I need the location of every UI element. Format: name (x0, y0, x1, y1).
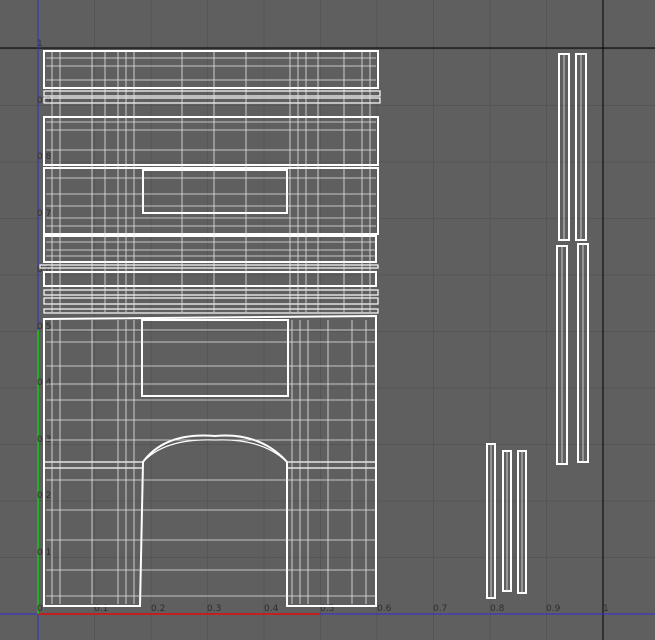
x-tick-4: 0.4 (264, 604, 279, 614)
x-tick-0: 0 (37, 604, 43, 614)
x-tick-8: 0.8 (490, 604, 505, 614)
x-tick-10: 1 (603, 604, 609, 614)
uv-viewport[interactable]: 0 0.1 0.2 0.3 0.4 0.5 0.6 0.7 0.8 0.9 1 … (0, 0, 655, 640)
axis-tick-labels: 0 0.1 0.2 0.3 0.4 0.5 0.6 0.7 0.8 0.9 1 … (37, 39, 609, 614)
uv-shell-side-strips[interactable] (486, 53, 589, 599)
x-tick-9: 0.9 (546, 604, 561, 614)
x-tick-6: 0.6 (377, 604, 392, 614)
uv-canvas[interactable]: 0 0.1 0.2 0.3 0.4 0.5 0.6 0.7 0.8 0.9 1 … (0, 0, 655, 640)
y-tick-10: 1 (37, 39, 43, 49)
x-tick-3: 0.3 (207, 604, 221, 614)
uv-shell-main-facade[interactable] (39, 50, 381, 607)
x-tick-2: 0.2 (151, 604, 165, 614)
x-tick-7: 0.7 (433, 604, 447, 614)
